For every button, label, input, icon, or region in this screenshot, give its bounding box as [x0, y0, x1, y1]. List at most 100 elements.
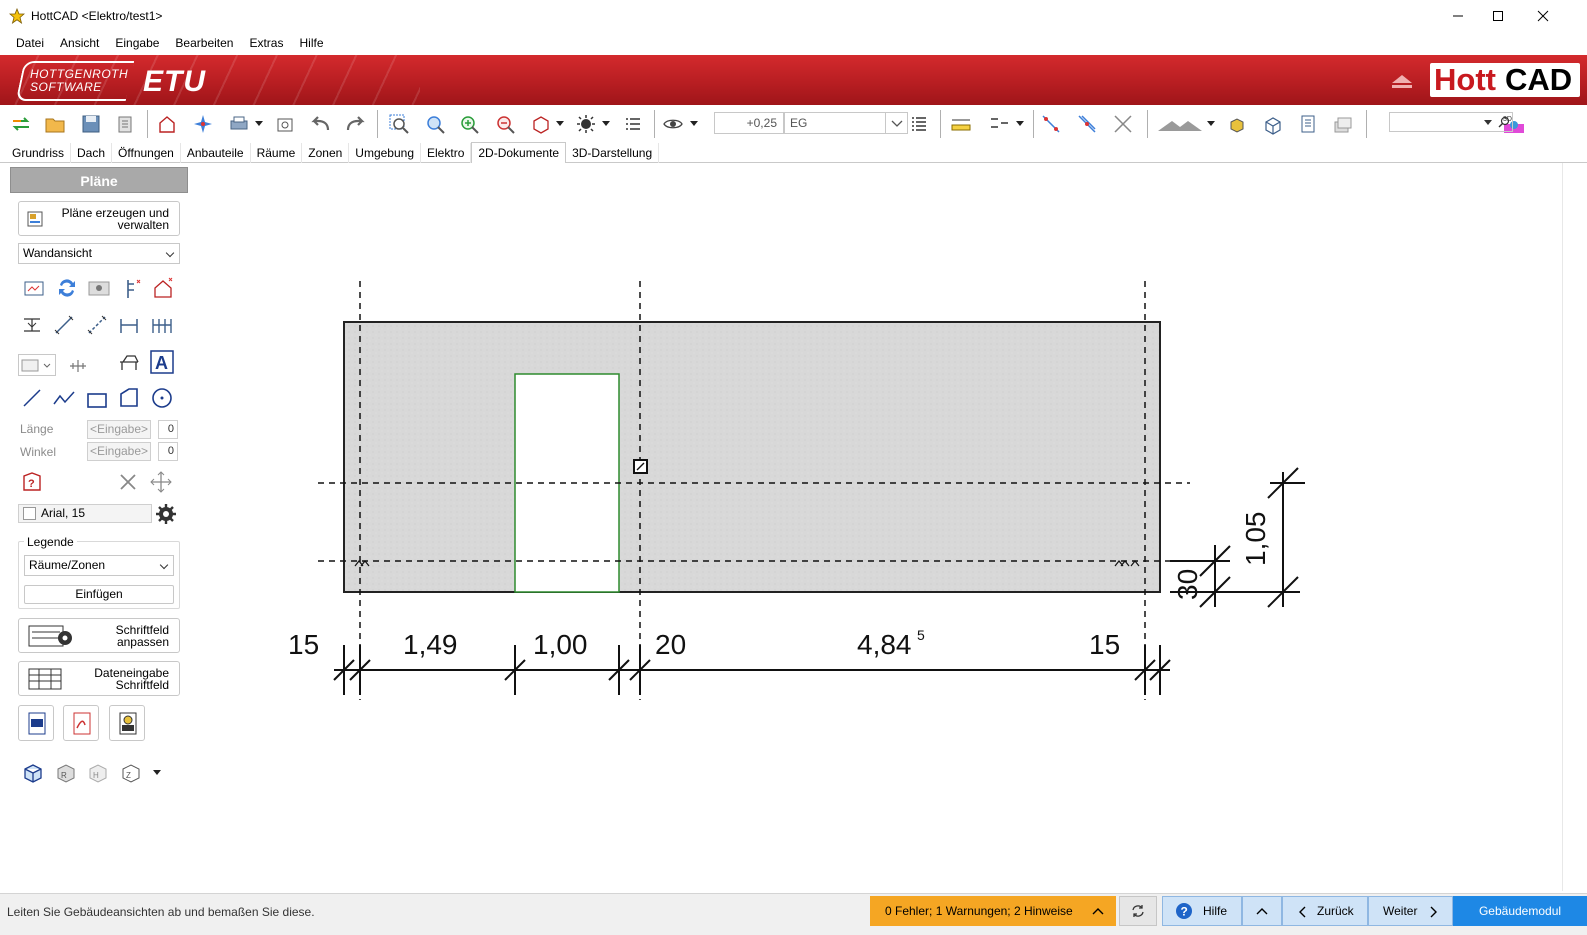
- zoom-window-icon[interactable]: [388, 113, 410, 135]
- export-dxf-button[interactable]: [18, 705, 54, 741]
- height-offset-field[interactable]: +0,25: [714, 112, 784, 134]
- create-plans-button[interactable]: Pläne erzeugen und verwalten: [18, 201, 180, 236]
- print-icon[interactable]: [228, 113, 250, 135]
- wall-view-drawing[interactable]: 15 1,49 1,00 20 4,84 5 15 30 1,05: [196, 163, 1562, 891]
- visibility-eye-icon[interactable]: [662, 113, 684, 135]
- menu-ansicht[interactable]: Ansicht: [52, 36, 107, 50]
- menu-extras[interactable]: Extras: [241, 36, 291, 50]
- query-object-icon[interactable]: ?: [20, 470, 44, 494]
- undo-icon[interactable]: [310, 113, 332, 135]
- dimension-offset-icon[interactable]: [66, 354, 90, 378]
- 3d-r-box-icon[interactable]: R: [55, 760, 79, 784]
- next-button[interactable]: Weiter: [1368, 896, 1453, 926]
- sun-dropdown-arrow[interactable]: [602, 121, 610, 126]
- delete-icon[interactable]: [116, 470, 140, 494]
- menu-datei[interactable]: Datei: [8, 36, 52, 50]
- maximize-button[interactable]: [1475, 0, 1521, 31]
- height-dimension-icon[interactable]: [20, 313, 44, 337]
- snap-off-icon[interactable]: [1112, 113, 1134, 135]
- back-button[interactable]: Zurück: [1282, 896, 1368, 926]
- open-folder-icon[interactable]: [44, 113, 66, 135]
- linear-dimension-icon[interactable]: [117, 313, 141, 337]
- tab-dach[interactable]: Dach: [71, 143, 113, 163]
- properties-icon[interactable]: [114, 113, 136, 135]
- snap-intersection-icon[interactable]: [1076, 113, 1098, 135]
- 3d-box-dropdown-arrow[interactable]: [153, 770, 161, 775]
- switch-arrows-icon[interactable]: [10, 113, 32, 135]
- warnings-panel-toggle[interactable]: 0 Fehler; 1 Warnungen; 2 Hinweise: [870, 896, 1116, 926]
- chevron-down-icon[interactable]: [885, 113, 907, 133]
- 3d-h-box-icon[interactable]: H: [87, 760, 111, 784]
- legend-insert-button[interactable]: Einfügen: [24, 585, 174, 604]
- snap-star-icon[interactable]: [192, 113, 214, 135]
- wall-elevation[interactable]: [343, 321, 1161, 593]
- angle-mini-input[interactable]: 0: [158, 442, 178, 461]
- visibility-dropdown-arrow[interactable]: [690, 121, 698, 126]
- redo-icon[interactable]: [344, 113, 366, 135]
- dimension-settings-icon[interactable]: [988, 113, 1010, 135]
- help-button[interactable]: ? Hilfe: [1162, 896, 1242, 926]
- line-tool-icon[interactable]: [20, 386, 44, 410]
- terrain-icon[interactable]: [1158, 113, 1202, 135]
- polyline-tool-icon[interactable]: [52, 386, 76, 410]
- tab-3d-darstellung[interactable]: 3D-Darstellung: [566, 143, 660, 163]
- building-icon[interactable]: [156, 113, 178, 135]
- titleblock-data-button[interactable]: Dateneingabe Schriftfeld: [18, 661, 180, 696]
- drawing-canvas[interactable]: 15 1,49 1,00 20 4,84 5 15 30 1,05: [196, 163, 1562, 891]
- length-mini-input[interactable]: 0: [158, 420, 178, 439]
- dimension-ruler-icon[interactable]: [950, 113, 972, 135]
- building-module-button[interactable]: Gebäudemodul: [1453, 896, 1587, 926]
- layers-list-icon[interactable]: [908, 113, 930, 135]
- dimension-style-select[interactable]: [18, 354, 56, 376]
- wire-block-icon[interactable]: [1262, 113, 1284, 135]
- floor-select[interactable]: EG: [784, 112, 908, 134]
- menu-bearbeiten[interactable]: Bearbeiten: [167, 36, 241, 50]
- terrain-dropdown-arrow[interactable]: [1207, 121, 1215, 126]
- menu-eingabe[interactable]: Eingabe: [107, 36, 167, 50]
- search-icon[interactable]: [1498, 116, 1510, 128]
- chain-dimension-icon[interactable]: [150, 313, 174, 337]
- gear-icon[interactable]: [154, 502, 178, 526]
- wall-view-icon[interactable]: [22, 276, 46, 300]
- solid-block-icon[interactable]: [1226, 113, 1248, 135]
- add-house-icon[interactable]: [151, 276, 175, 300]
- close-button[interactable]: [1520, 0, 1566, 31]
- stacked-layers-icon[interactable]: [1332, 113, 1354, 135]
- text-tool-icon[interactable]: A: [150, 350, 174, 374]
- help-expand-button[interactable]: [1242, 896, 1282, 926]
- legend-type-select[interactable]: Räume/Zonen: [24, 555, 174, 576]
- menu-hilfe[interactable]: Hilfe: [291, 36, 331, 50]
- print-dropdown-arrow[interactable]: [255, 121, 263, 126]
- tab-raeume[interactable]: Räume: [251, 143, 303, 163]
- refresh-icon[interactable]: [55, 276, 79, 300]
- list-icon[interactable]: [622, 113, 644, 135]
- font-select[interactable]: Arial, 15: [18, 504, 152, 523]
- screenshot-icon[interactable]: [274, 113, 296, 135]
- dropdown-arrow-icon[interactable]: [1484, 118, 1492, 126]
- vertical-scrollbar[interactable]: [1562, 163, 1587, 891]
- sun-icon[interactable]: [575, 113, 597, 135]
- dimension-dropdown-arrow[interactable]: [1016, 121, 1024, 126]
- tab-anbauteile[interactable]: Anbauteile: [181, 143, 251, 163]
- tab-zonen[interactable]: Zonen: [302, 143, 350, 163]
- save-icon[interactable]: [80, 113, 102, 135]
- zoom-out-icon[interactable]: [494, 113, 516, 135]
- snap-line-icon[interactable]: [1040, 113, 1062, 135]
- rectangle-tool-icon[interactable]: [85, 388, 109, 412]
- tab-elektro[interactable]: Elektro: [421, 143, 472, 163]
- view-type-select[interactable]: Wandansicht: [18, 243, 180, 264]
- angled-dimension-icon[interactable]: [85, 313, 109, 337]
- length-input[interactable]: <Eingabe>: [87, 420, 151, 439]
- zoom-extents-icon[interactable]: [424, 113, 446, 135]
- angle-input[interactable]: <Eingabe>: [87, 442, 151, 461]
- 3d-box-icon[interactable]: [22, 760, 46, 784]
- report-icon[interactable]: [1296, 113, 1318, 135]
- font-color-swatch[interactable]: [23, 507, 36, 520]
- zoom-in-icon[interactable]: [458, 113, 480, 135]
- search-input[interactable]: [1389, 112, 1513, 132]
- photo-icon[interactable]: [87, 276, 111, 300]
- circle-tool-icon[interactable]: [150, 386, 174, 410]
- view-cube-icon[interactable]: [530, 113, 552, 135]
- export-pdf-button[interactable]: [63, 705, 99, 741]
- tab-grundriss[interactable]: Grundriss: [6, 143, 72, 163]
